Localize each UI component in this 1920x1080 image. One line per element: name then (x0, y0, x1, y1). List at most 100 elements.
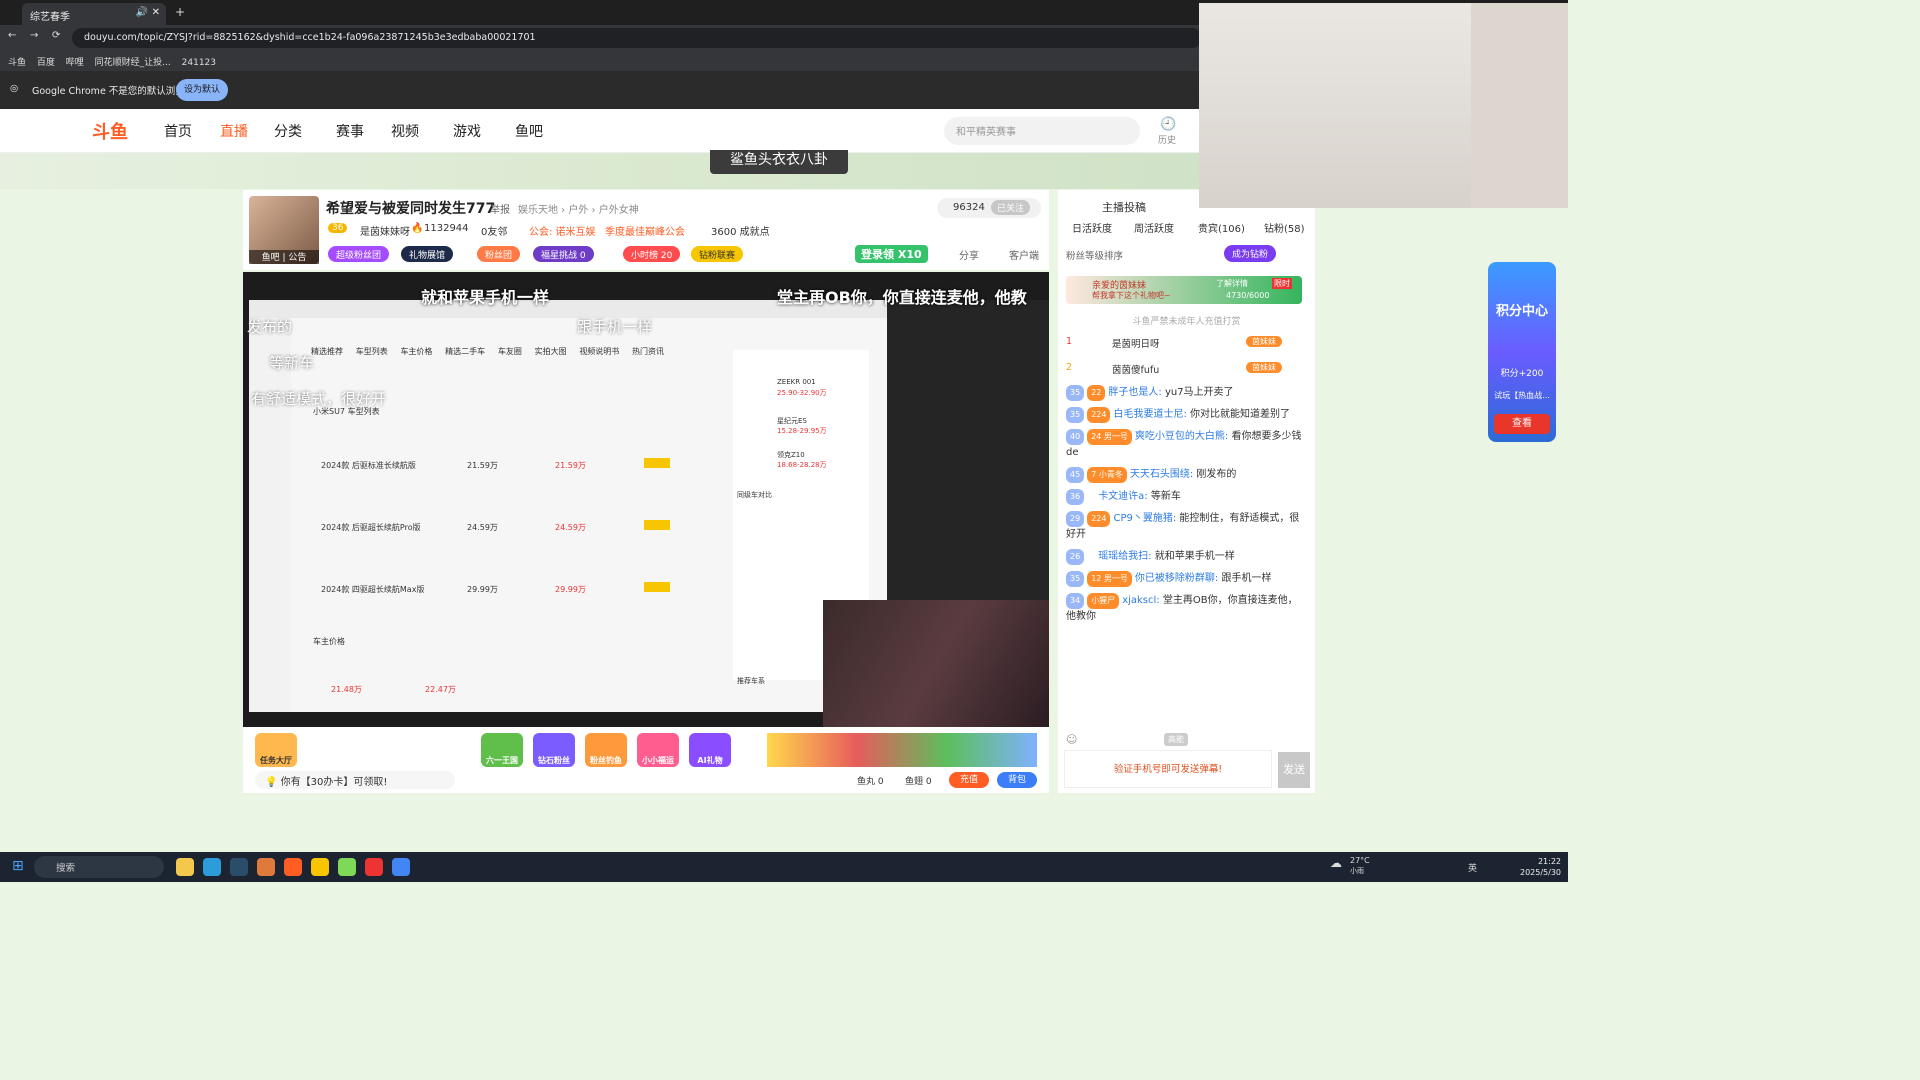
rank-row[interactable]: 2 茵茵傻fufu 茵妹妹 (1066, 362, 1306, 382)
vote-button[interactable]: 主播投稿 (1102, 199, 1146, 215)
app-icon[interactable] (257, 858, 275, 876)
promo-more[interactable]: 了解详情 (1216, 278, 1248, 289)
browser-tab[interactable]: 综艺春季 🔊 ✕ (22, 3, 166, 25)
super-fan-tag[interactable]: 超级粉丝团 (328, 246, 390, 262)
streamer-name[interactable]: 是茵妹妹呀 (360, 223, 410, 238)
nav-games[interactable]: 游戏 (453, 121, 481, 141)
tab-daily[interactable]: 日活跃度 (1072, 220, 1112, 235)
card-notice[interactable]: 💡 你有【30办卡】可领取! (255, 771, 455, 789)
app-icon[interactable] (338, 858, 356, 876)
app-icon[interactable] (311, 858, 329, 876)
gift-item[interactable]: 六一王国 (481, 733, 523, 767)
emoji-icon[interactable]: ☺ (1066, 733, 1077, 746)
gift-item[interactable]: 钻石粉丝 (533, 733, 575, 767)
nav-fishbar[interactable]: 鱼吧 (515, 121, 543, 141)
guild-name[interactable]: 公会: 诺米互娱 (529, 223, 596, 238)
chat-user[interactable]: xjakscl: (1122, 595, 1159, 606)
nav-events[interactable]: 赛事 (336, 121, 364, 141)
hourly-rank-tag[interactable]: 小时榜 20 (623, 246, 681, 262)
bookmark-item[interactable]: 哔哩 (66, 51, 84, 68)
gift-item[interactable]: AI礼物 (689, 733, 731, 767)
tab-diamond[interactable]: 钻粉(58) (1264, 220, 1305, 235)
login-prize[interactable]: 登录领 X10 (855, 245, 928, 263)
nav-live[interactable]: 直播 (220, 121, 248, 141)
bookmark-item[interactable]: 百度 (37, 51, 55, 68)
history-label[interactable]: 历史 (1158, 133, 1176, 146)
become-fan-button[interactable]: 成为钻粉 (1224, 245, 1277, 262)
chat-user[interactable]: 爽吃小豆包的大白熊: (1135, 431, 1228, 442)
tab-weekly[interactable]: 周活跃度 (1134, 220, 1174, 235)
edge-icon[interactable] (203, 858, 221, 876)
shared-button (644, 520, 670, 530)
followed-button[interactable]: 已关注 (991, 200, 1031, 215)
send-button[interactable]: 发送 (1278, 752, 1310, 788)
gift-item[interactable]: 粉丝钓鱼 (585, 733, 627, 767)
douyu-logo[interactable]: 斗鱼 (92, 118, 152, 144)
view-button[interactable]: 查看 (1494, 414, 1550, 434)
fan-badge: 224 (1087, 511, 1111, 527)
chat-list: 35 22 胖子也是人: yu7马上开卖了 35 224 白毛我要道士尼: 你对比就能知道… (1058, 385, 1315, 700)
fan-group-tag[interactable]: 粉丝团 (477, 246, 521, 262)
share-button[interactable]: 分享 (959, 247, 979, 262)
live-video[interactable]: 精选推荐 车型列表 车主价格 精选二手车 车友圈 实拍大图 视频说明书 热门资讯… (243, 272, 1049, 727)
system-clock[interactable]: 21:22 2025/5/30 (1520, 856, 1561, 878)
reload-icon[interactable]: ⟳ (52, 30, 60, 41)
charge-button[interactable]: 充值 (949, 772, 989, 788)
windows-start-icon[interactable]: ⊞ (12, 858, 24, 874)
lucky-challenge-tag[interactable]: 福星挑战 0 (533, 246, 594, 262)
bookmark-item[interactable]: 同花顺财经_让投... (95, 51, 171, 68)
client-button[interactable]: 客户端 (1009, 247, 1039, 262)
steam-icon[interactable] (230, 858, 248, 876)
gift-item[interactable]: 小小福运 (637, 733, 679, 767)
high-energy-button[interactable]: 高能 (1164, 733, 1188, 746)
chat-input[interactable]: 验证手机号即可发送弹幕! (1064, 750, 1272, 788)
chat-user[interactable]: 天天石头围绕: (1130, 469, 1193, 480)
back-icon[interactable]: ← (8, 30, 16, 41)
rank-row[interactable]: 1 是茵明日呀 茵妹妹 (1066, 336, 1306, 356)
douyu-icon[interactable] (284, 858, 302, 876)
chrome-icon[interactable] (392, 858, 410, 876)
room-category[interactable]: 娱乐天地 › 户外 › 户外女神 (518, 201, 639, 216)
input-lang[interactable]: 英 (1468, 861, 1477, 874)
fan-badge: 12 男一号 (1087, 571, 1132, 587)
chat-user[interactable]: 你已被移除粉群聊: (1135, 573, 1218, 584)
taskbar-search[interactable]: 搜索 (34, 856, 164, 878)
nav-video[interactable]: 视频 (391, 121, 419, 141)
friends-count[interactable]: 0友邻 (481, 223, 507, 238)
history-icon[interactable]: 🕘 (1160, 117, 1176, 132)
forward-icon[interactable]: → (30, 30, 38, 41)
points-center-widget[interactable]: 积分中心 积分+200 试玩【热血战... 查看 (1488, 262, 1556, 442)
set-default-button[interactable]: 设为默认 (176, 79, 228, 101)
chat-user[interactable]: CP9丶翼施猪: (1113, 513, 1176, 524)
close-tab-icon[interactable]: ✕ (152, 7, 160, 18)
nav-category[interactable]: 分类 (274, 121, 302, 141)
fans-rank-sort[interactable]: 粉丝等级排序 (1066, 248, 1123, 262)
chat-user[interactable]: 卡文迪许a: (1098, 491, 1148, 502)
bookmark-item[interactable]: 斗鱼 (8, 51, 26, 68)
search-input[interactable]: 和平精英赛事 (944, 117, 1140, 145)
side-car-price: 18.68-28.28万 (777, 461, 827, 469)
chat-user[interactable]: 白毛我要道士尼: (1113, 409, 1186, 420)
diamond-league-tag[interactable]: 钻粉联赛 (691, 246, 744, 262)
tab-vip[interactable]: 贵宾(106) (1198, 220, 1245, 235)
right-panel: 主播投稿 日活跃度 周活跃度 贵宾(106) 钻粉(58) 粉丝等级排序 成为钻… (1058, 190, 1315, 793)
achievements[interactable]: 3600 成就点 (711, 223, 770, 238)
new-tab-icon[interactable]: + (175, 5, 185, 19)
bag-button[interactable]: 背包 (997, 772, 1037, 788)
report-link[interactable]: 举报 (490, 201, 510, 216)
avatar-tag[interactable]: 鱼吧 | 公告 (249, 250, 319, 264)
gift-promo[interactable]: 亲爱的茵妹妹 帮我拿下这个礼物吧~ 了解详情 限时 4730/6000 (1066, 276, 1302, 304)
bookmark-item[interactable]: 241123 (182, 54, 216, 68)
chat-user[interactable]: 胖子也是人: (1108, 387, 1161, 398)
user-level: 45 (1066, 467, 1085, 483)
banner-title[interactable]: 鲨鱼头衣衣八卦 (710, 150, 848, 174)
task-hall-button[interactable]: 任务大厅 (255, 733, 297, 767)
netease-music-icon[interactable] (365, 858, 383, 876)
chat-user[interactable]: 瑶瑶给我扫: (1098, 551, 1151, 562)
gift-hall-tag[interactable]: 礼物展馆 (401, 246, 454, 262)
file-explorer-icon[interactable] (176, 858, 194, 876)
infobar-text: Google Chrome 不是您的默认浏览器 (32, 86, 195, 97)
url-field[interactable]: douyu.com/topic/ZYSJ?rid=8825162&dyshid=… (72, 28, 1202, 48)
gift-row-extra[interactable] (767, 733, 1037, 767)
nav-home[interactable]: 首页 (164, 121, 192, 141)
